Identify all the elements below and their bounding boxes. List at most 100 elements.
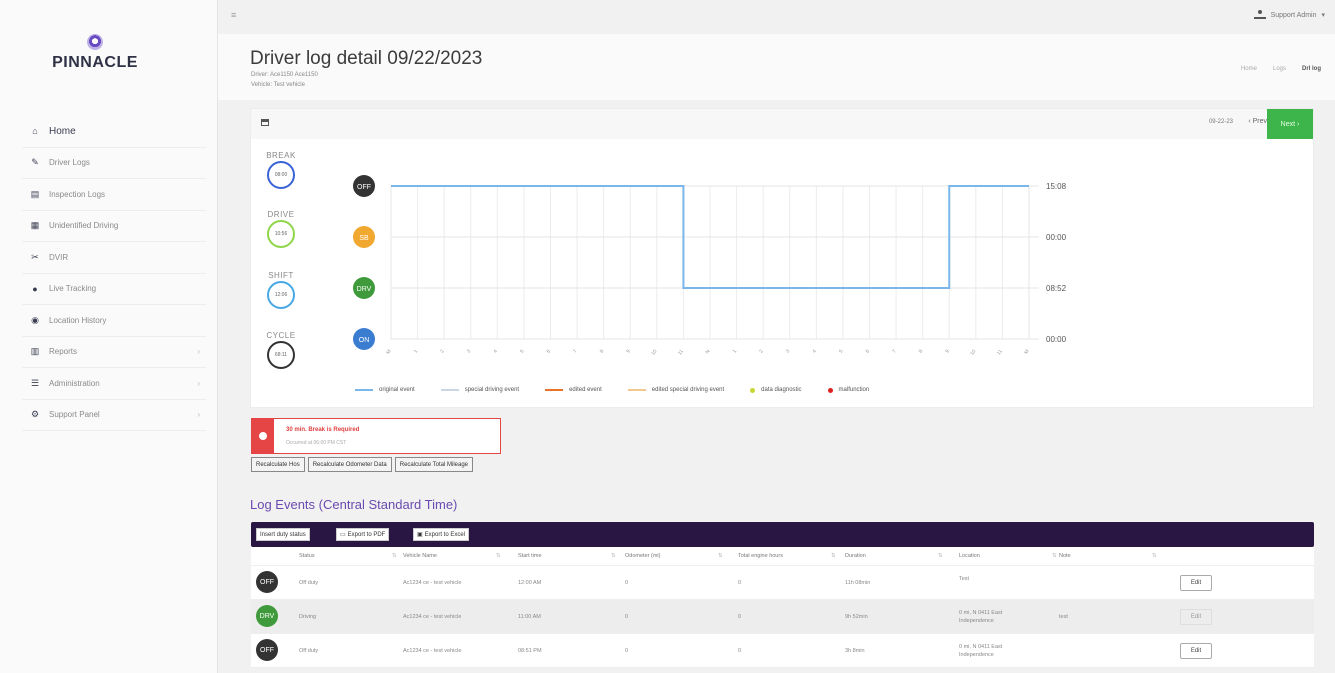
vehicle-line: Vehicle: Test vehicle [251, 82, 305, 88]
sidebar-item-reports[interactable]: ▥ Reports › [22, 337, 206, 368]
recalculate-odometer-button[interactable]: Recalculate Odometer Data [307, 457, 392, 472]
breadcrumb-logs[interactable]: Logs [1273, 66, 1286, 72]
legend-item: data diagnostic [750, 387, 802, 393]
x-tick-label: 6 [546, 349, 553, 355]
x-tick-label: 11 [996, 349, 1004, 357]
menu-icon[interactable]: ≡ [231, 10, 236, 20]
logo[interactable]: PINNACLE [40, 34, 150, 72]
location-line-2: Independence [959, 618, 994, 624]
x-tick-label: 9 [625, 349, 632, 355]
next-button[interactable]: Next › [1267, 109, 1313, 139]
pdf-label: Export to PDF [347, 531, 386, 538]
cell-vehicle: Ac1234 ce - test vehicle [403, 580, 462, 586]
sidebar-item-label: DVIR [49, 252, 69, 262]
driver-line: Driver: Ace1150 Ace1150 [251, 72, 318, 78]
column-header-label: Odometer (mi) [625, 553, 661, 559]
insert-duty-status-button[interactable]: Insert duty status [256, 528, 310, 541]
table-header: Status ⇅ Vehicle Name ⇅ Start time ⇅ Odometer … [251, 547, 1314, 566]
column-header[interactable]: Note [1059, 553, 1071, 559]
sort-icon[interactable]: ⇅ [1052, 553, 1057, 559]
sort-icon[interactable]: ⇅ [392, 553, 397, 559]
date-picker[interactable]: 09-22-23 [1209, 119, 1233, 125]
column-header[interactable]: Odometer (mi) [625, 553, 660, 559]
cell-start-time: 12:00 AM [518, 580, 542, 586]
cell-odometer: 0 [625, 580, 629, 586]
legend-item: edited special driving event [627, 387, 724, 393]
cell-status: Off duty [299, 648, 319, 654]
cell-duration: 3h 8min [845, 648, 865, 654]
table-row[interactable]: OFF Off duty Ac1234 ce - test vehicle 12:00… [251, 566, 1314, 600]
breadcrumb-home[interactable]: Home [1241, 66, 1257, 72]
cell-odometer: 0 [625, 648, 629, 654]
excel-label: Export to Excel [424, 531, 466, 538]
status-total: 00:00 [1046, 335, 1067, 344]
chevron-right-icon: › [197, 378, 200, 388]
recalculate-hos-button[interactable]: Recalculate Hos [251, 457, 305, 472]
sort-icon[interactable]: ⇅ [611, 553, 616, 559]
sidebar-item-location-history[interactable]: ◉ Location History [22, 305, 206, 337]
table-toolbar: Insert duty status ▭ Export to PDF ▣ Expor… [251, 522, 1314, 547]
sidebar-item-administration[interactable]: ☰ Administration › [22, 368, 206, 400]
sidebar-item-label: Location History [49, 315, 107, 325]
duty-status-chart: OFF 15:08 SB 00:00 DRV 08:52 ON 00:00 M 1 2 3 4 5 6 7 8 9… [353, 175, 1067, 357]
column-header[interactable]: Start time [518, 553, 542, 559]
sidebar-item-dvir[interactable]: ✂ DVIR [22, 242, 206, 274]
edit-button[interactable]: Edit [1180, 575, 1212, 591]
sidebar-item-driver-logs[interactable]: ✎ Driver Logs [22, 148, 206, 179]
column-header-label: Duration [845, 553, 866, 559]
topbar: ≡ Support Admin ▾ [218, 0, 1335, 34]
status-total: 08:52 [1046, 284, 1067, 293]
sort-icon[interactable]: ⇅ [831, 553, 836, 559]
sort-icon[interactable]: ⇅ [1152, 553, 1157, 559]
sort-icon[interactable]: ⇅ [718, 553, 723, 559]
prev-button[interactable]: ‹ Prev [1248, 118, 1267, 125]
column-header[interactable]: Vehicle Name [403, 553, 437, 559]
user-menu[interactable]: Support Admin ▾ [1253, 10, 1325, 19]
column-header[interactable]: Duration [845, 553, 866, 559]
status-total: 00:00 [1046, 233, 1067, 242]
table-row[interactable]: DRV Driving Ac1234 ce - test vehicle 11:00 … [251, 600, 1314, 634]
recalculate-mileage-button[interactable]: Recalculate Total Mileage [394, 457, 473, 472]
column-header[interactable]: Status [299, 553, 315, 559]
violation-alert: 30 min. Break is Required Occurred at 06… [251, 418, 501, 454]
export-pdf-button[interactable]: ▭ Export to PDF [336, 528, 390, 541]
table-row[interactable]: OFF Off duty Ac1234 ce - test vehicle 08:51… [251, 634, 1314, 668]
excel-icon: ▣ [417, 532, 423, 538]
admin-icon: ☰ [30, 377, 40, 388]
alert-title: 30 min. Break is Required [286, 427, 360, 433]
chevron-right-icon: › [197, 347, 200, 357]
x-tick-label: 8 [918, 349, 925, 355]
sort-icon[interactable]: ⇅ [938, 553, 943, 559]
sidebar-item-label: Live Tracking [49, 284, 97, 294]
legend-item: edited event [545, 387, 602, 393]
column-header[interactable]: Location [959, 553, 980, 559]
sidebar-item-label: Unidentified Driving [49, 221, 119, 231]
sidebar-nav: ⌂ Home ✎ Driver Logs ▤ Inspection Logs ▦ Uniden… [0, 116, 218, 431]
x-tick-label: 10 [650, 349, 658, 357]
status-badge-label: ON [359, 337, 370, 344]
column-header[interactable]: Total engine hours [738, 553, 783, 559]
sidebar-item-live-tracking[interactable]: ● Live Tracking [22, 274, 206, 305]
x-tick-label: 8 [599, 349, 606, 355]
logs-icon: ✎ [31, 157, 39, 168]
breadcrumb: Home Logs Drl log [1241, 66, 1321, 72]
sidebar-item-home[interactable]: ⌂ Home [22, 116, 206, 148]
export-excel-button[interactable]: ▣ Export to Excel [413, 528, 470, 541]
sidebar-item-support-panel[interactable]: ⚙ Support Panel › [22, 400, 206, 431]
cell-status: Off duty [299, 580, 319, 586]
cell-location: 0 mi, N 0411 East Independence [959, 609, 1002, 625]
location-line: Test [959, 576, 970, 582]
edit-button[interactable]: Edit [1180, 643, 1212, 659]
x-tick-label: 7 [572, 349, 579, 355]
edit-button[interactable]: Edit [1180, 609, 1212, 625]
x-tick-label: 2 [439, 349, 446, 355]
cell-odometer: 0 [625, 614, 629, 620]
sidebar-item-unidentified-driving[interactable]: ▦ Unidentified Driving [22, 211, 206, 242]
print-icon[interactable] [261, 119, 269, 126]
sidebar-item-label: Reports [49, 347, 78, 357]
sort-icon[interactable]: ⇅ [496, 553, 501, 559]
legend-label: special driving event [464, 387, 520, 393]
sidebar-item-inspection-logs[interactable]: ▤ Inspection Logs [22, 179, 206, 211]
x-tick-label: 3 [466, 349, 473, 355]
pinnacle-logo-icon [87, 34, 103, 50]
